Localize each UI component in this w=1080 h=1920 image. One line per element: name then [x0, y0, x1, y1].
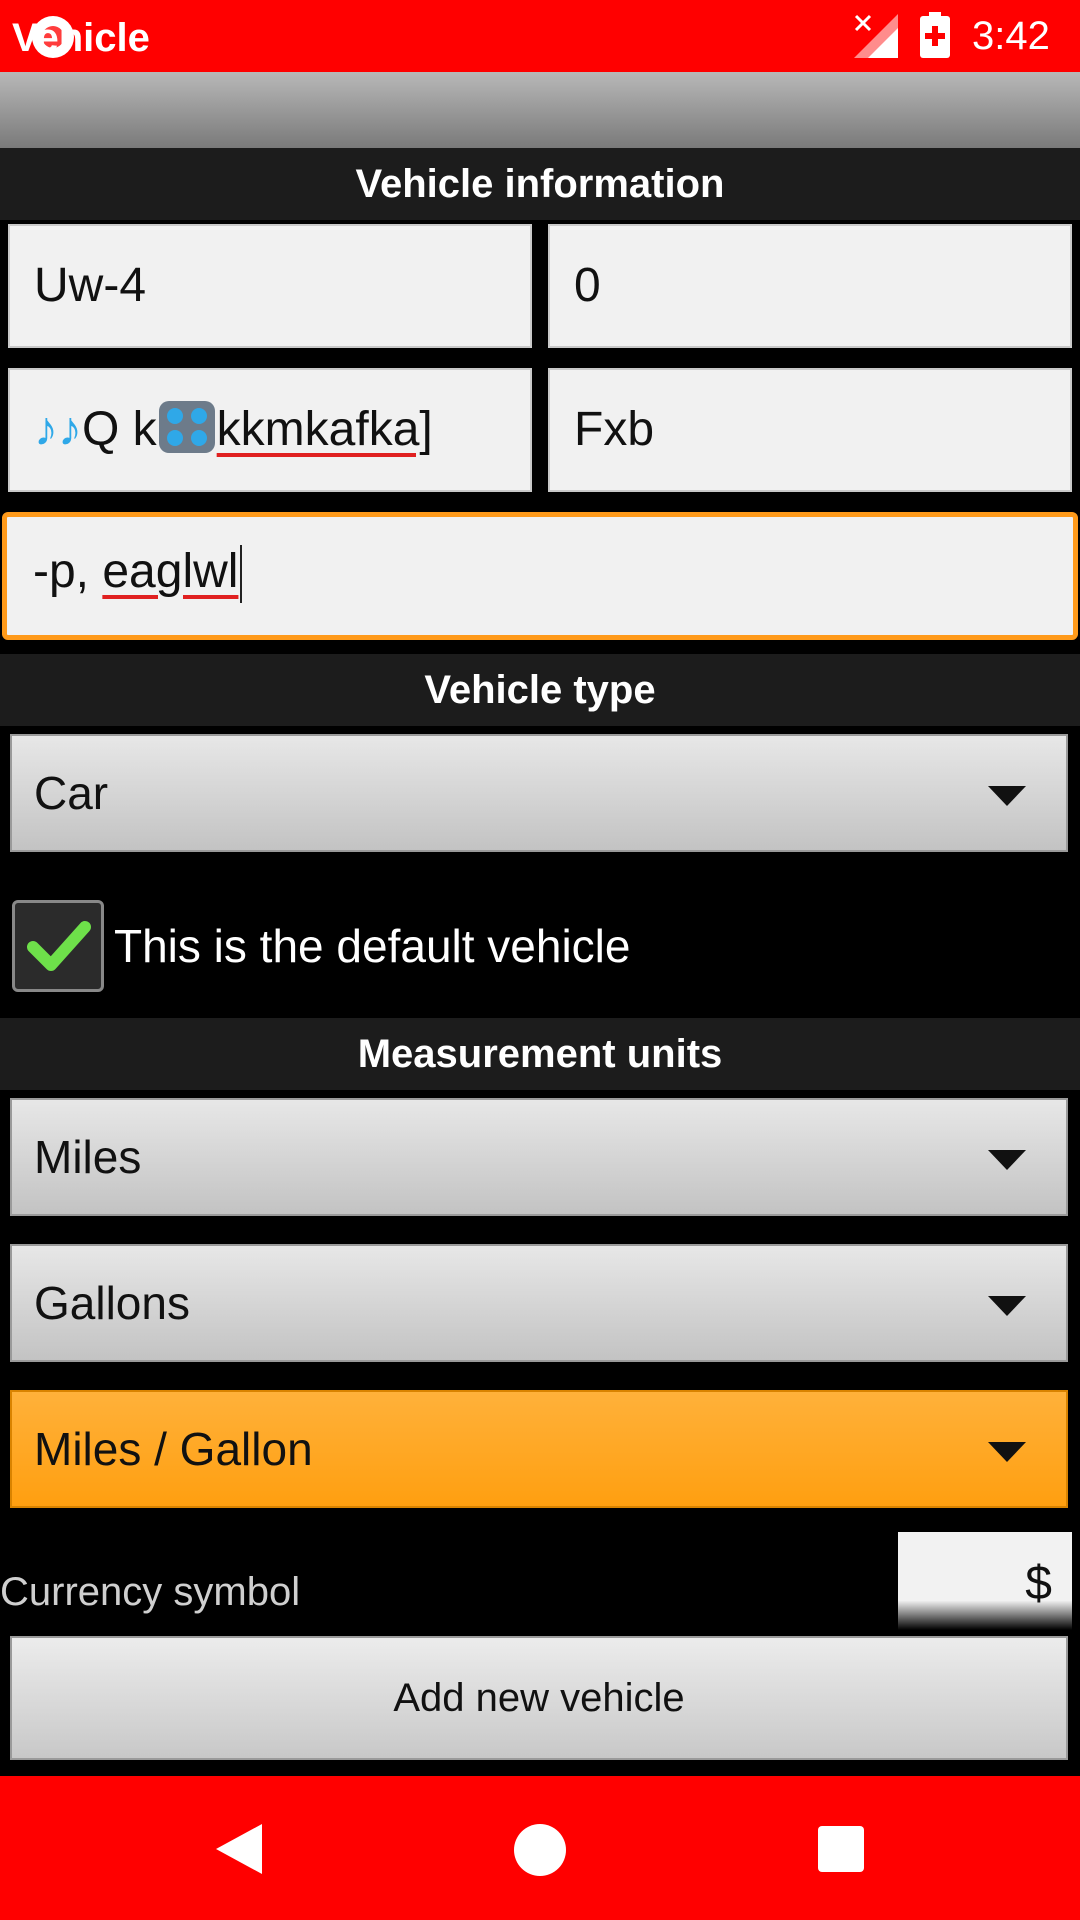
distance-unit-spinner[interactable]: Miles	[10, 1098, 1068, 1216]
vehicle-type-value: Car	[34, 767, 109, 819]
volume-unit-value: Gallons	[34, 1277, 190, 1329]
title-bar	[0, 72, 1080, 148]
vehicle-type-spinner[interactable]: Car	[10, 734, 1068, 852]
dropdown-arrow-icon	[988, 1296, 1026, 1316]
notes-field-text-prefix: -p,	[33, 545, 103, 598]
checkmark-icon	[27, 921, 91, 971]
status-clock: 3:42	[972, 14, 1050, 58]
economy-unit-spinner[interactable]: Miles / Gallon	[10, 1390, 1068, 1508]
page-title: Vehicle	[12, 16, 150, 60]
dropdown-arrow-icon	[988, 786, 1026, 806]
currency-symbol-field[interactable]: $	[898, 1532, 1072, 1630]
dice-icon	[158, 401, 215, 453]
vehicle-model-field[interactable]: Fxb	[548, 368, 1072, 492]
default-vehicle-checkbox[interactable]	[12, 900, 104, 992]
volume-unit-spinner[interactable]: Gallons	[10, 1244, 1068, 1362]
status-bar	[0, 0, 1080, 72]
currency-symbol-label: Currency symbol	[0, 1570, 301, 1614]
vehicle-make-field[interactable]: ♪♪Q k kkmkafka]	[8, 368, 532, 492]
distance-unit-value: Miles	[34, 1131, 142, 1183]
default-vehicle-label[interactable]: This is the default vehicle	[114, 918, 631, 974]
vehicle-type-header: Vehicle type	[0, 654, 1080, 726]
battery-charging-icon	[920, 12, 950, 58]
back-icon[interactable]	[216, 1824, 262, 1874]
no-signal-icon	[854, 14, 898, 58]
vehicle-notes-field[interactable]: -p, eaglwl	[2, 512, 1078, 640]
musical-notes-icon: ♪♪	[34, 403, 82, 456]
home-icon[interactable]	[514, 1824, 566, 1876]
vehicle-information-header: Vehicle information	[0, 148, 1080, 220]
vehicle-name-field[interactable]: Uw-4	[8, 224, 532, 348]
dropdown-arrow-icon	[988, 1442, 1026, 1462]
notes-field-text-suffix: eaglwl	[102, 545, 239, 598]
odometer-field[interactable]: 0	[548, 224, 1072, 348]
dropdown-arrow-icon	[988, 1150, 1026, 1170]
economy-unit-value: Miles / Gallon	[34, 1423, 313, 1475]
measurement-units-header: Measurement units	[0, 1018, 1080, 1090]
make-field-text-suffix: kkmkafka]	[216, 403, 433, 456]
text-cursor	[240, 545, 243, 604]
make-field-text-prefix: Q k	[82, 403, 157, 456]
recents-icon[interactable]	[818, 1826, 864, 1872]
add-new-vehicle-button[interactable]: Add new vehicle	[10, 1636, 1068, 1760]
